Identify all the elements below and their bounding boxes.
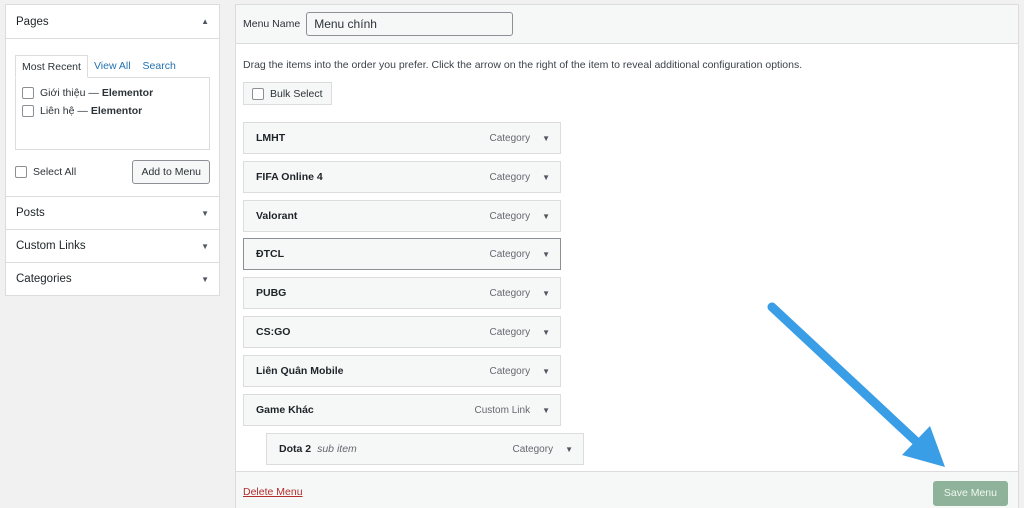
menu-item[interactable]: ĐTCL Category ▼ (243, 238, 561, 270)
menu-footer: Delete Menu Save Menu (236, 471, 1018, 508)
menu-item-type: Category (489, 326, 531, 338)
bulk-select-label: Bulk Select (270, 87, 323, 100)
categories-section-title: Categories (16, 273, 72, 285)
posts-section-header[interactable]: Posts ▼ (6, 196, 219, 229)
tab-view-all[interactable]: View All (88, 55, 137, 78)
tab-search[interactable]: Search (137, 55, 182, 78)
menu-sub-item[interactable]: Dota 2 sub item Category ▼ (266, 433, 584, 465)
page-item-builder: Elementor (90, 105, 143, 117)
menu-item[interactable]: FIFA Online 4 Category ▼ (243, 161, 561, 193)
page-item-builder: Elementor (101, 87, 154, 99)
menu-item[interactable]: LMHT Category ▼ (243, 122, 561, 154)
menu-name-label: Menu Name (243, 18, 301, 30)
sub-item-label: sub item (317, 443, 357, 455)
list-item: Giới thiệu — Elementor (22, 84, 203, 102)
menu-item[interactable]: Liên Quân Mobile Category ▼ (243, 355, 561, 387)
menu-item-title: LMHT (256, 132, 286, 144)
menu-item[interactable]: PUBG Category ▼ (243, 277, 561, 309)
tab-most-recent[interactable]: Most Recent (15, 55, 88, 78)
caret-down-icon[interactable]: ▼ (542, 212, 550, 221)
menu-item-type: Custom Link (474, 404, 531, 416)
menu-item-title: CS:GO (256, 326, 291, 338)
menu-item-type: Category (489, 248, 531, 260)
caret-up-icon: ▲ (201, 17, 209, 26)
menu-name-input[interactable]: Menu chính (306, 12, 514, 36)
checkbox-icon[interactable] (22, 105, 34, 117)
menu-item-title: Game Khác (256, 404, 314, 416)
menu-item-type: Category (489, 210, 531, 222)
checkbox-icon[interactable] (252, 87, 264, 100)
most-recent-list: Giới thiệu — Elementor Liên hệ — Element… (15, 77, 210, 150)
page-item-label: Giới thiệu — (40, 87, 99, 99)
menu-item-type: Category (489, 287, 531, 299)
custom-links-section-header[interactable]: Custom Links ▼ (6, 229, 219, 262)
caret-down-icon[interactable]: ▼ (542, 134, 550, 143)
menu-item[interactable]: Valorant Category ▼ (243, 200, 561, 232)
drag-instructions: Drag the items into the order you prefer… (243, 59, 803, 71)
menu-item-type: Category (512, 443, 554, 455)
caret-down-icon: ▼ (201, 274, 209, 284)
caret-down-icon[interactable]: ▼ (542, 250, 550, 259)
select-all-row: Select All Add to Menu (15, 160, 210, 184)
menu-item-type: Category (489, 171, 531, 183)
posts-section-title: Posts (16, 207, 45, 219)
menu-item-type: Category (489, 365, 531, 377)
menu-item[interactable]: Game Khác Custom Link ▼ (243, 394, 561, 426)
menu-item-title: Liên Quân Mobile (256, 365, 344, 377)
add-menu-items-panel: Pages ▲ Most Recent View All Search Giới… (5, 4, 220, 296)
pages-section-body: Most Recent View All Search Giới thiệu —… (6, 38, 219, 196)
menu-structure-panel: Menu Name Menu chính Drag the items into… (235, 4, 1019, 508)
menu-item-title: FIFA Online 4 (256, 171, 323, 183)
caret-down-icon[interactable]: ▼ (565, 445, 573, 454)
menu-item-type: Category (489, 132, 531, 144)
list-item: Liên hệ — Elementor (22, 102, 203, 120)
custom-links-section-title: Custom Links (16, 240, 86, 252)
menu-item[interactable]: CS:GO Category ▼ (243, 316, 561, 348)
menu-name-header: Menu Name Menu chính (236, 5, 1018, 44)
checkbox-icon[interactable] (22, 87, 34, 99)
menu-item-title: Valorant (256, 210, 298, 222)
caret-down-icon[interactable]: ▼ (542, 328, 550, 337)
caret-down-icon[interactable]: ▼ (542, 289, 550, 298)
menu-item-title: PUBG (256, 287, 287, 299)
caret-down-icon: ▼ (201, 241, 209, 251)
pages-section-header[interactable]: Pages ▲ (6, 5, 219, 38)
categories-section-header[interactable]: Categories ▼ (6, 262, 219, 295)
delete-menu-link[interactable]: Delete Menu (243, 486, 303, 498)
select-all-label: Select All (33, 166, 77, 178)
caret-down-icon[interactable]: ▼ (542, 173, 550, 182)
add-to-menu-button[interactable]: Add to Menu (132, 160, 210, 184)
caret-down-icon[interactable]: ▼ (542, 367, 550, 376)
page-item-label: Liên hệ — (40, 105, 88, 117)
caret-down-icon[interactable]: ▼ (542, 406, 550, 415)
caret-down-icon: ▼ (201, 208, 209, 218)
save-menu-button[interactable]: Save Menu (932, 481, 1008, 506)
bulk-select[interactable]: Bulk Select (243, 82, 332, 105)
menu-item-title: ĐTCL (256, 248, 284, 260)
select-all[interactable]: Select All (15, 163, 76, 181)
menu-item-title: Dota 2 (279, 443, 312, 455)
pages-tabs: Most Recent View All Search (15, 55, 210, 78)
checkbox-icon[interactable] (15, 166, 27, 178)
pages-section-title: Pages (16, 15, 49, 28)
